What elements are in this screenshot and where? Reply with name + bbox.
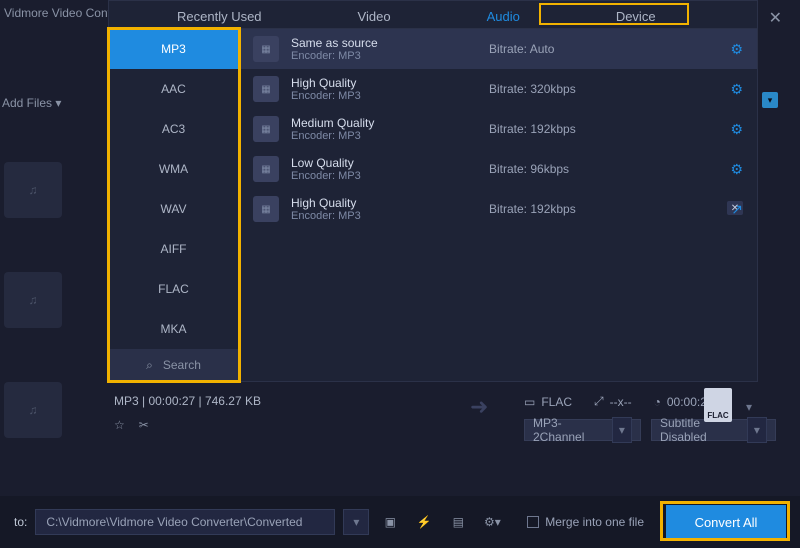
format-item-aac[interactable]: AAC [109,69,238,109]
gear-icon[interactable]: ⚙ [730,41,743,58]
preset-icon: ▦ [253,196,279,222]
target-dims: --x-- [610,395,632,409]
preset-bitrate: Bitrate: 192kbps [489,122,576,136]
format-item-ac3[interactable]: AC3 [109,109,238,149]
format-dropdown-caret[interactable]: ▾ [762,92,778,108]
tab-video[interactable]: Video [350,5,399,28]
favorite-icon[interactable]: ☆ [114,418,125,432]
format-item-wma[interactable]: WMA [109,149,238,189]
expand-icon: ⤢ [594,394,604,409]
preset-list: ✕ ▦Same as sourceEncoder: MP3Bitrate: Au… [239,29,757,381]
settings-icon[interactable]: ⚙▾ [479,509,505,535]
format-search[interactable]: ⌕ Search [109,349,238,381]
file-icon: ▭ [524,395,535,409]
task-schedule-icon[interactable]: ▤ [445,509,471,535]
preset-bitrate: Bitrate: Auto [489,42,554,56]
cut-icon[interactable]: ✂ [139,418,149,432]
source-file-summary: MP3 | 00:00:27 | 746.27 KB [114,394,364,408]
tab-audio[interactable]: Audio [479,5,528,28]
chevron-down-icon: ▾ [612,417,632,443]
search-icon: ⌕ [146,358,153,373]
music-note-icon: ♫ [29,183,38,197]
high-speed-icon[interactable]: ⚡ [411,509,437,535]
add-files-label: Add Files [2,96,52,110]
preset-row[interactable]: ▦ Medium QualityEncoder: MP3 Bitrate: 192k… [239,109,757,149]
music-note-icon: ♫ [29,293,38,307]
preset-icon: ▦ [253,156,279,182]
format-sidebar: MP3AACAC3WMAWAVAIFFFLACMKA ⌕ Search [109,29,239,381]
output-format-icon[interactable]: FLAC [704,388,732,422]
add-files-button[interactable]: Add Files ▾ [2,96,61,110]
tab-recently-used[interactable]: Recently Used [169,5,270,28]
file-thumbnails: ♫ ♫ ♫ [4,162,62,492]
convert-all-button[interactable]: Convert All [666,505,786,539]
arrow-icon: ➜ [470,394,488,420]
output-path-dropdown[interactable]: ▾ [343,509,369,535]
preset-title: Same as source [291,36,471,50]
format-item-mp3[interactable]: MP3 [109,29,238,69]
format-item-mka[interactable]: MKA [109,309,238,349]
audio-track-select[interactable]: MP3-2Channel ▾ [524,419,641,441]
preset-encoder: Encoder: MP3 [291,130,471,142]
output-path-field[interactable]: C:\Vidmore\Vidmore Video Converter\Conve… [35,509,335,535]
preset-title: Medium Quality [291,116,471,130]
file-info-row: MP3 | 00:00:27 | 746.27 KB ☆ ✂ ➜ ▭ FLAC … [114,394,776,448]
format-item-flac[interactable]: FLAC [109,269,238,309]
audio-track-value: MP3-2Channel [533,416,594,444]
preset-encoder: Encoder: MP3 [291,170,471,182]
preset-row[interactable]: ▦ High QualityEncoder: MP3 Bitrate: 320kbp… [239,69,757,109]
file-thumbnail[interactable]: ♫ [4,272,62,328]
preset-title: High Quality [291,76,471,90]
chevron-down-icon: ▾ [55,96,61,110]
file-thumbnail[interactable]: ♫ [4,162,62,218]
chevron-down-icon: ▾ [747,417,767,443]
preset-bitrate: Bitrate: 96kbps [489,162,569,176]
checkbox-icon [527,516,539,528]
gear-icon[interactable]: ⚙ [730,121,743,138]
category-tabs: Recently Used Video Audio Device [109,1,757,29]
merge-label: Merge into one file [545,515,644,529]
merge-checkbox[interactable]: Merge into one file [527,515,644,529]
clock-icon: ◔ [654,395,661,409]
bottom-bar: to: C:\Vidmore\Vidmore Video Converter\C… [0,496,800,548]
preset-icon: ▦ [253,116,279,142]
open-preset-icon[interactable]: ↗ [731,201,743,218]
tab-device[interactable]: Device [608,5,664,28]
output-format-dropdown[interactable]: ▾ [746,400,752,414]
preset-title: Low Quality [291,156,471,170]
save-to-label: to: [14,515,27,529]
preset-encoder: Encoder: MP3 [291,50,471,62]
preset-title: High Quality [291,196,471,210]
open-folder-icon[interactable]: ▣ [377,509,403,535]
preset-encoder: Encoder: MP3 [291,210,471,222]
preset-row[interactable]: ▦ Same as sourceEncoder: MP3 Bitrate: Auto… [239,29,757,69]
format-item-aiff[interactable]: AIFF [109,229,238,269]
preset-icon: ▦ [253,76,279,102]
target-format: FLAC [541,395,572,409]
preset-icon: ▦ [253,36,279,62]
preset-bitrate: Bitrate: 320kbps [489,82,576,96]
file-thumbnail[interactable]: ♫ [4,382,62,438]
close-icon[interactable]: ✕ [769,8,782,28]
format-item-wav[interactable]: WAV [109,189,238,229]
music-note-icon: ♫ [29,403,38,417]
preset-encoder: Encoder: MP3 [291,90,471,102]
preset-row[interactable]: ▦ Low QualityEncoder: MP3 Bitrate: 96kbps ⚙ [239,149,757,189]
search-placeholder: Search [163,358,201,372]
preset-bitrate: Bitrate: 192kbps [489,202,576,216]
gear-icon[interactable]: ⚙ [730,81,743,98]
gear-icon[interactable]: ⚙ [730,161,743,178]
subtitle-select[interactable]: Subtitle Disabled ▾ [651,419,776,441]
preset-row[interactable]: ▦ High QualityEncoder: MP3 Bitrate: 192kbp… [239,189,757,229]
format-picker-panel: Recently UsedVideoAudioDevice MP3AACAC3W… [108,0,758,382]
